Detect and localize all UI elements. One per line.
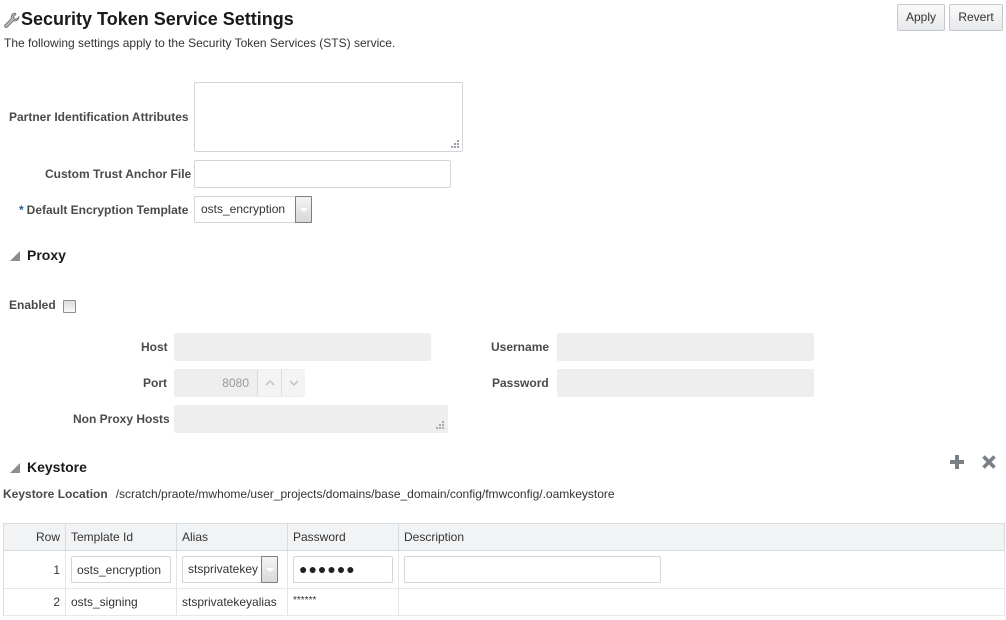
resize-grip-icon[interactable] [450, 139, 460, 149]
table-header-row: Row Template Id Alias Password Descripti… [3, 523, 1005, 551]
port-increment-button[interactable] [257, 370, 281, 396]
non-proxy-hosts-label: Non Proxy Hosts [73, 412, 170, 426]
template-id-input[interactable] [71, 556, 171, 583]
custom-trust-anchor-file-input[interactable] [194, 160, 451, 188]
keystore-location-value: /scratch/praote/mwhome/user_projects/dom… [115, 487, 615, 501]
apply-button[interactable]: Apply [897, 4, 945, 31]
default-encryption-template-label: * Default Encryption Template [19, 203, 188, 217]
custom-trust-anchor-file-label: Custom Trust Anchor File [45, 167, 192, 181]
page-description: The following settings apply to the Secu… [4, 36, 396, 50]
column-header-description[interactable]: Description [398, 523, 1005, 551]
chevron-down-icon[interactable] [261, 556, 278, 583]
proxy-host-label: Host [141, 340, 168, 354]
chevron-down-icon[interactable] [295, 196, 312, 223]
required-indicator: * [19, 203, 24, 217]
proxy-port-value: 8080 [222, 376, 249, 390]
description-cell [398, 588, 1005, 616]
keystore-table: Row Template Id Alias Password Descripti… [3, 523, 1005, 616]
table-row[interactable]: 1 stsprivatekey ●●●●●● [3, 550, 1005, 589]
proxy-port-spinner[interactable]: 8080 [174, 369, 305, 397]
default-encryption-template-label-text: Default Encryption Template [26, 203, 189, 217]
revert-button[interactable]: Revert [949, 4, 1003, 31]
alias-cell: stsprivatekeyalias [176, 588, 288, 616]
chevron-down-icon [289, 380, 299, 386]
keystore-location-label: Keystore Location [3, 487, 108, 501]
row-number: 2 [3, 588, 66, 616]
alias-value: stsprivatekey [188, 562, 259, 576]
proxy-enabled-label: Enabled [9, 298, 56, 312]
description-input[interactable] [404, 556, 661, 583]
collapse-triangle-icon[interactable] [9, 462, 21, 474]
template-id-cell: osts_signing [65, 588, 177, 616]
default-encryption-template-select[interactable]: osts_encryption [194, 196, 312, 223]
proxy-username-input[interactable] [557, 333, 814, 361]
proxy-username-label: Username [491, 340, 550, 354]
proxy-host-input[interactable] [174, 333, 431, 361]
password-cell: ****** [287, 588, 399, 616]
column-header-alias[interactable]: Alias [176, 523, 288, 551]
close-icon[interactable] [981, 454, 997, 470]
chevron-up-icon [265, 380, 275, 386]
port-decrement-button[interactable] [281, 370, 305, 396]
password-input[interactable]: ●●●●●● [293, 556, 393, 583]
column-header-password[interactable]: Password [287, 523, 399, 551]
proxy-port-label: Port [143, 376, 167, 390]
proxy-password-input[interactable] [557, 369, 814, 397]
page-title: Security Token Service Settings [21, 9, 294, 29]
row-number: 1 [3, 550, 66, 589]
proxy-password-label: Password [492, 376, 549, 390]
plus-icon[interactable] [949, 454, 965, 470]
keystore-section-title[interactable]: Keystore [27, 459, 87, 475]
partner-identification-attributes-textarea[interactable] [194, 82, 463, 152]
column-header-template-id[interactable]: Template Id [65, 523, 177, 551]
non-proxy-hosts-textarea[interactable] [174, 405, 448, 433]
wrench-icon [4, 12, 20, 28]
keystore-location: Keystore Location/scratch/praote/mwhome/… [3, 487, 615, 501]
proxy-enabled-checkbox[interactable] [63, 300, 76, 313]
column-header-row[interactable]: Row [3, 523, 66, 551]
resize-grip-icon[interactable] [435, 420, 445, 430]
table-row[interactable]: 2 osts_signing stsprivatekeyalias ****** [3, 588, 1005, 616]
alias-select[interactable]: stsprivatekey [182, 556, 278, 583]
partner-identification-attributes-label: Partner Identification Attributes [9, 110, 189, 124]
default-encryption-template-value: osts_encryption [201, 202, 286, 216]
proxy-section-title[interactable]: Proxy [27, 247, 66, 263]
collapse-triangle-icon[interactable] [9, 250, 21, 262]
